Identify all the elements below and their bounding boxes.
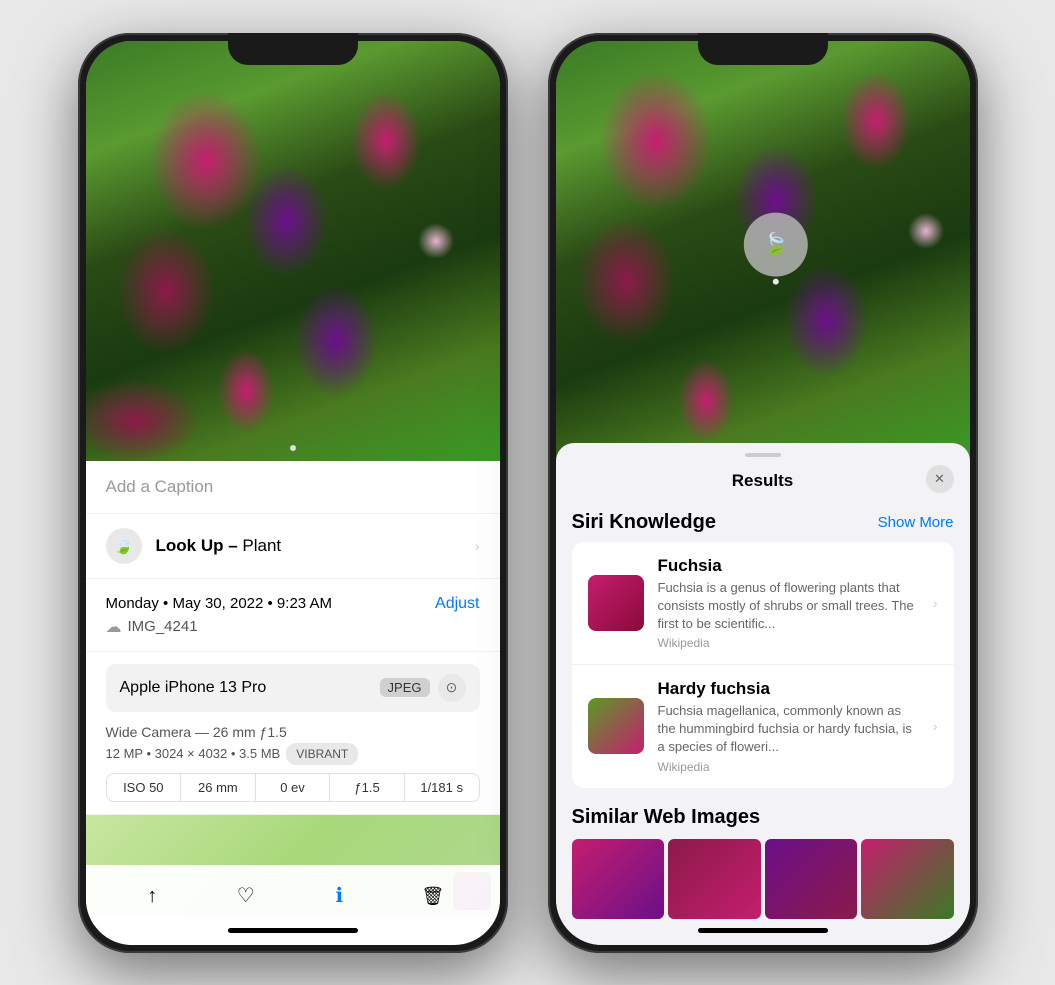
ev-value: 0 ev — [256, 774, 331, 801]
leaf-icon: 🍃 — [114, 536, 134, 556]
filename-text: IMG_4241 — [128, 618, 198, 635]
knowledge-card: Fuchsia Fuchsia is a genus of flowering … — [572, 542, 954, 788]
hardy-fuchsia-chevron-icon: › — [933, 718, 938, 734]
results-panel: Results ✕ Siri Knowledge Show More — [556, 443, 970, 945]
lookup-icon-circle: 🍃 — [106, 528, 142, 564]
aperture-value: ƒ1.5 — [330, 774, 405, 801]
focal-value: 26 mm — [181, 774, 256, 801]
camera-model: Apple iPhone 13 Pro — [120, 679, 267, 697]
delete-button[interactable] — [411, 873, 455, 917]
similar-images-row — [572, 839, 954, 919]
adjust-button[interactable]: Adjust — [435, 595, 479, 613]
share-button[interactable] — [130, 873, 174, 917]
fuchsia-chevron-icon: › — [933, 595, 938, 611]
similar-image-3[interactable] — [765, 839, 858, 919]
hardy-fuchsia-item[interactable]: Hardy fuchsia Fuchsia magellanica, commo… — [572, 664, 954, 788]
similar-image-2[interactable] — [668, 839, 761, 919]
bottom-toolbar — [86, 865, 500, 925]
lookup-text: Look Up – Plant — [156, 536, 282, 556]
siri-bubble[interactable]: 🍃 — [743, 212, 807, 276]
fuchsia-text: Fuchsia Fuchsia is a genus of flowering … — [658, 556, 919, 651]
hardy-fuchsia-source: Wikipedia — [658, 760, 919, 774]
specs-text: 12 MP • 3024 × 4032 • 3.5 MB — [106, 744, 281, 764]
camera-section: Apple iPhone 13 Pro JPEG ⊙ Wide Camera —… — [86, 652, 500, 815]
similar-image-1[interactable] — [572, 839, 665, 919]
flower-photo-left[interactable] — [86, 41, 500, 461]
iso-value: ISO 50 — [107, 774, 182, 801]
cloud-icon: ☁ — [106, 617, 122, 637]
similar-image-4[interactable] — [861, 839, 954, 919]
date-text: Monday • May 30, 2022 • 9:23 AM — [106, 595, 332, 612]
similar-web-images-section: Similar Web Images — [556, 796, 970, 927]
info-button[interactable] — [317, 873, 361, 917]
hardy-fuchsia-thumbnail — [588, 698, 644, 754]
home-indicator-right — [698, 928, 828, 933]
vibrant-badge: VIBRANT — [286, 743, 358, 765]
right-phone-screen: 🍃 Results ✕ Siri Knowledge Show — [556, 41, 970, 945]
results-header: Results ✕ — [556, 457, 970, 501]
flower-photo-right[interactable]: 🍃 — [556, 41, 970, 461]
siri-leaf-icon: 🍃 — [762, 231, 789, 257]
camera-details: Wide Camera — 26 mm ƒ1.5 12 MP • 3024 × … — [106, 722, 480, 765]
info-section: Monday • May 30, 2022 • 9:23 AM Adjust ☁… — [86, 579, 500, 652]
results-close-button[interactable]: ✕ — [926, 465, 954, 493]
show-more-button[interactable]: Show More — [878, 514, 954, 531]
lookup-row[interactable]: 🍃 Look Up – Plant › — [86, 514, 500, 579]
trash-icon — [421, 882, 444, 908]
fuchsia-name: Fuchsia — [658, 556, 919, 576]
similar-web-images-title: Similar Web Images — [572, 806, 954, 829]
hardy-fuchsia-text: Hardy fuchsia Fuchsia magellanica, commo… — [658, 679, 919, 774]
share-icon — [147, 882, 157, 908]
home-indicator-left — [228, 928, 358, 933]
info-icon — [335, 882, 343, 908]
hardy-fuchsia-description: Fuchsia magellanica, commonly known as t… — [658, 702, 919, 757]
left-phone: Add a Caption 🍃 Look Up – Plant › — [78, 33, 508, 953]
location-icon: ⊙ — [438, 674, 466, 702]
exif-row: ISO 50 26 mm 0 ev ƒ1.5 1/181 s — [106, 773, 480, 802]
caption-field[interactable]: Add a Caption — [86, 461, 500, 514]
hardy-fuchsia-name: Hardy fuchsia — [658, 679, 919, 699]
left-phone-screen: Add a Caption 🍃 Look Up – Plant › — [86, 41, 500, 945]
right-phone: 🍃 Results ✕ Siri Knowledge Show — [548, 33, 978, 953]
like-button[interactable] — [224, 873, 268, 917]
phones-container: Add a Caption 🍃 Look Up – Plant › — [78, 33, 978, 953]
results-title: Results — [732, 471, 793, 491]
siri-dot — [772, 278, 778, 284]
shutter-value: 1/181 s — [405, 774, 479, 801]
lookup-chevron-icon: › — [475, 538, 480, 554]
siri-knowledge-section-header: Siri Knowledge Show More — [556, 501, 970, 542]
fuchsia-source: Wikipedia — [658, 636, 919, 650]
siri-knowledge-title: Siri Knowledge — [572, 511, 716, 534]
caption-placeholder[interactable]: Add a Caption — [106, 477, 214, 496]
fuchsia-item[interactable]: Fuchsia Fuchsia is a genus of flowering … — [572, 542, 954, 665]
fuchsia-description: Fuchsia is a genus of flowering plants t… — [658, 579, 919, 634]
heart-icon — [237, 882, 255, 908]
fuchsia-thumbnail — [588, 575, 644, 631]
jpeg-badge: JPEG — [380, 678, 430, 697]
